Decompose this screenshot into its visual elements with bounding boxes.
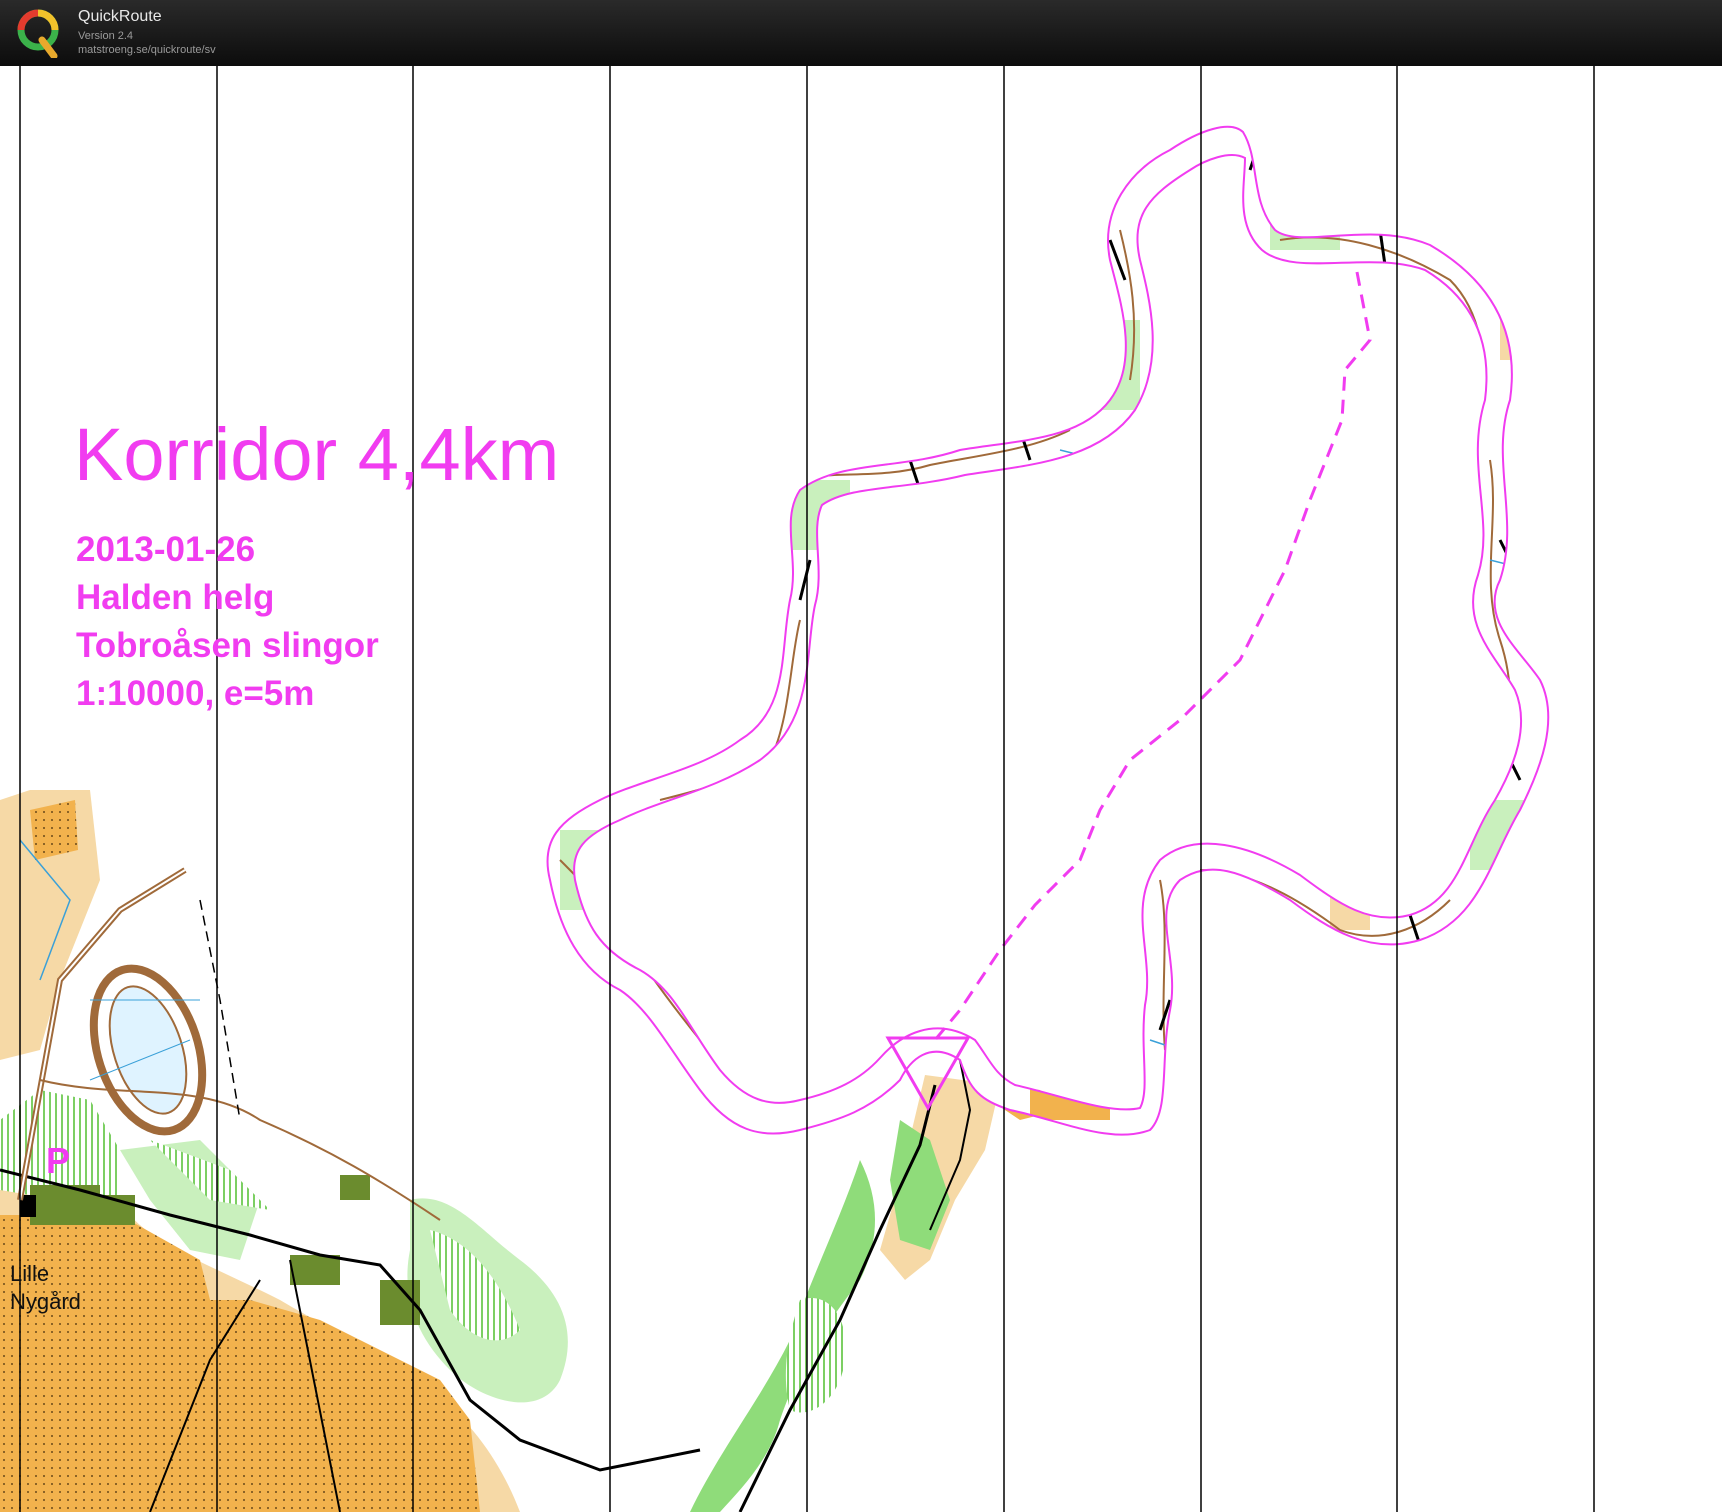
map-title: Korridor 4,4km: [74, 413, 560, 496]
course-area: Tobroåsen slingor: [76, 626, 379, 665]
event-date: 2013-01-26: [76, 530, 256, 569]
corridor-terrain: [547, 126, 1540, 1135]
event-name: Halden helg: [76, 578, 275, 617]
app-name: QuickRoute: [78, 8, 162, 25]
place-name: Lille Nygård: [10, 1260, 81, 1316]
corridor-boundary: [546, 125, 1550, 1136]
map-terrain-lower-left: [0, 788, 701, 1512]
place-name-line1: Lille: [10, 1261, 50, 1286]
parking-sign-icon: P: [46, 1140, 71, 1181]
quickroute-logo-icon: [17, 9, 59, 58]
title-bar: QuickRoute Version 2.4 matstroeng.se/qui…: [0, 0, 1722, 66]
app-url[interactable]: matstroeng.se/quickroute/sv: [78, 44, 216, 56]
map-scale: 1:10000, e=5m: [76, 674, 315, 713]
place-name-line2: Nygård: [10, 1289, 81, 1314]
app-version: Version 2.4: [78, 30, 134, 42]
orienteering-map[interactable]: [0, 66, 1722, 1512]
